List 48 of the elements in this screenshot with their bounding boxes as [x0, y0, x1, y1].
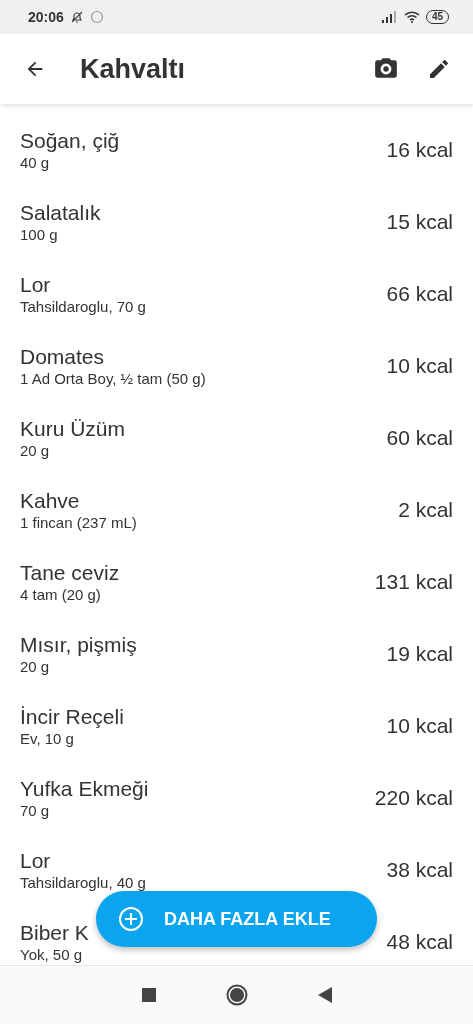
food-name: Yufka Ekmeği [20, 776, 150, 802]
calorie-value: 15 kcal [386, 210, 453, 234]
food-name: Kahve [20, 488, 81, 514]
food-portion: 40 g [20, 154, 51, 172]
page-title: Kahvaltı [80, 53, 187, 85]
calorie-value: 66 kcal [386, 282, 453, 306]
food-name: Soğan, çiğ [20, 128, 121, 154]
calorie-value: 2 kcal [398, 498, 453, 522]
food-portion: Tahsildaroglu, 40 g [20, 874, 147, 892]
food-name: Kuru Üzüm [20, 416, 127, 442]
food-portion: Ev, 10 g [20, 730, 75, 748]
calorie-value: 10 kcal [386, 354, 453, 378]
calorie-value: 19 kcal [386, 642, 453, 666]
food-portion: Tahsildaroglu, 70 g [20, 298, 147, 316]
food-name: Biber K [20, 920, 90, 946]
calorie-value: 220 kcal [374, 786, 453, 810]
food-portion: 4 tam (20 g) [20, 586, 102, 604]
calorie-value: 38 kcal [386, 858, 453, 882]
food-portion: 100 g [20, 226, 59, 244]
home-icon[interactable] [225, 984, 248, 1006]
food-portion: 70 g [20, 802, 51, 820]
back-icon[interactable] [317, 987, 332, 1003]
food-name: Domates [20, 344, 106, 370]
food-name: Tane ceviz [20, 560, 121, 586]
add-more-button[interactable]: DAHA FAZLA EKLE [96, 891, 377, 947]
food-portion: 1 fincan (237 mL) [20, 514, 138, 532]
food-portion: 1 Ad Orta Boy, ½ tam (50 g) [20, 370, 207, 388]
bell-off-icon [69, 10, 84, 24]
calorie-value: 131 kcal [374, 570, 453, 594]
food-name: Salatalık [20, 200, 102, 226]
calorie-value: 16 kcal [386, 138, 453, 162]
wifi-icon [403, 11, 420, 23]
food-portion: Yok, 50 g [20, 946, 83, 964]
circle-icon [89, 10, 104, 24]
pencil-icon [427, 57, 451, 81]
food-name: Lor [20, 272, 52, 298]
calorie-value: 48 kcal [386, 930, 453, 954]
calorie-value: 60 kcal [386, 426, 453, 450]
food-portion: 20 g [20, 442, 51, 460]
plus-circle-icon [118, 906, 144, 932]
food-name: İncir Reçeli [20, 704, 125, 730]
food-name: Lor [20, 848, 52, 874]
food-portion: 20 g [20, 658, 51, 676]
calorie-value: 10 kcal [386, 714, 453, 738]
signal-icon [381, 11, 398, 23]
food-name: Mısır, pişmiş [20, 632, 138, 658]
clock-time: 20:06 [28, 9, 64, 25]
recent-apps-icon[interactable] [141, 988, 156, 1002]
